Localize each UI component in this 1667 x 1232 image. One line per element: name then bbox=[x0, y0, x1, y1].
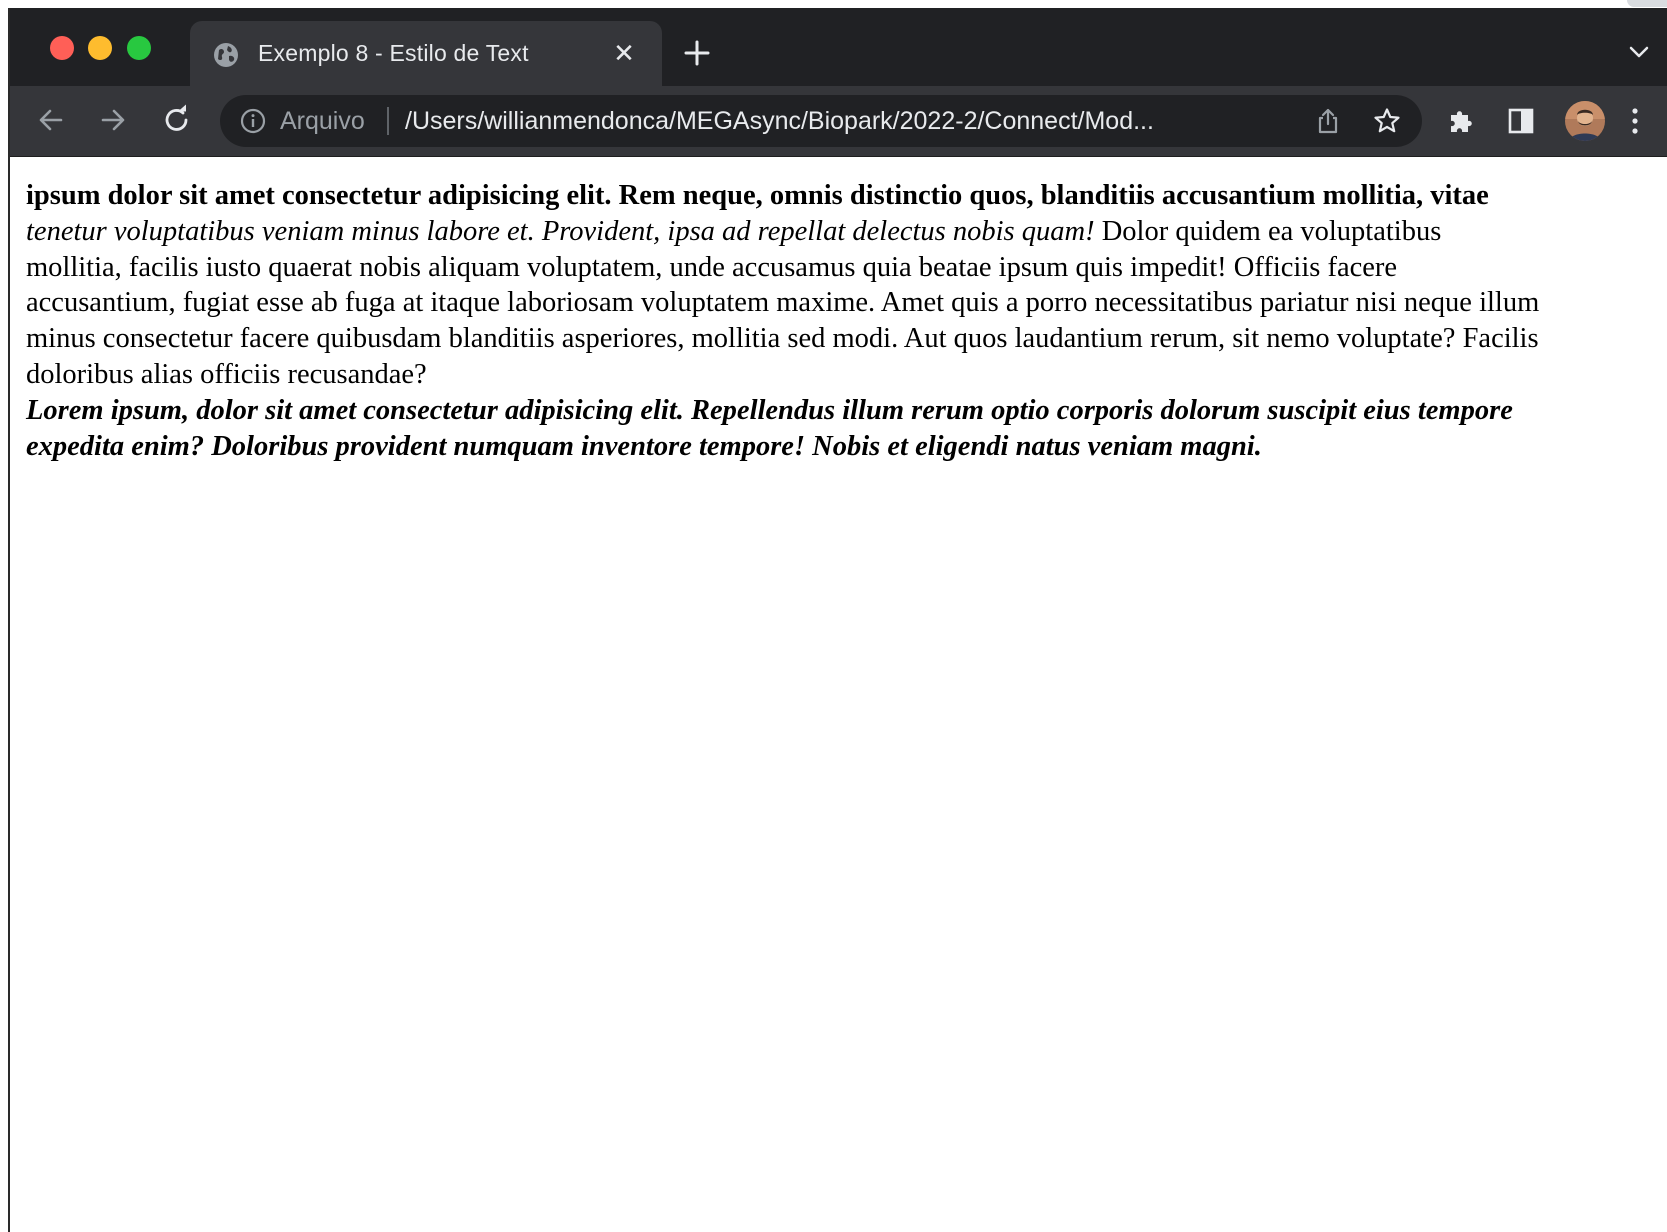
arrow-right-icon[interactable] bbox=[96, 103, 130, 137]
italic-text: tenetur voluptatibus veniam minus labore… bbox=[26, 215, 1095, 247]
paragraph-mixed-line: tenetur voluptatibus veniam minus labore… bbox=[26, 214, 1667, 250]
window-maximize-button[interactable] bbox=[127, 36, 151, 60]
tab-strip: Exemplo 8 - Estilo de Text ✕ bbox=[10, 8, 1667, 86]
star-icon[interactable] bbox=[1373, 107, 1401, 135]
tab-title: Exemplo 8 - Estilo de Text bbox=[258, 40, 529, 66]
background-corner bbox=[1627, 0, 1667, 7]
side-panel-icon[interactable] bbox=[1508, 108, 1534, 134]
avatar[interactable] bbox=[1565, 101, 1605, 141]
address-divider bbox=[387, 107, 389, 135]
browser-toolbar: Arquivo /Users/willianmendonca/MEGAsync/… bbox=[10, 86, 1667, 157]
paragraph-bold-line: ipsum dolor sit amet consectetur adipisi… bbox=[26, 180, 1489, 211]
globe-icon bbox=[214, 43, 238, 67]
arrow-left-icon[interactable] bbox=[34, 103, 68, 137]
tab-close-icon[interactable]: ✕ bbox=[610, 39, 638, 67]
browser-window: Exemplo 8 - Estilo de Text ✕ Arquivo /Us… bbox=[8, 8, 1667, 1232]
plus-icon[interactable] bbox=[682, 38, 712, 68]
reload-icon[interactable] bbox=[160, 103, 194, 137]
paragraph-line: minus consectetur facere quibusdam bland… bbox=[26, 323, 1539, 355]
paragraph-bold-italic-line: Lorem ipsum, dolor sit amet consectetur … bbox=[26, 394, 1513, 426]
scheme-label: Arquivo bbox=[280, 107, 365, 135]
tab-active[interactable]: Exemplo 8 - Estilo de Text ✕ bbox=[190, 21, 662, 86]
address-bar[interactable]: Arquivo /Users/willianmendonca/MEGAsync/… bbox=[220, 95, 1422, 147]
page-content: ipsum dolor sit amet consectetur adipisi… bbox=[26, 178, 1667, 464]
window-close-button[interactable] bbox=[50, 36, 74, 60]
window-minimize-button[interactable] bbox=[88, 36, 112, 60]
puzzle-icon[interactable] bbox=[1447, 106, 1477, 136]
paragraph-bold-italic-line: expedita enim? Doloribus provident numqu… bbox=[26, 430, 1262, 462]
paragraph-line: mollitia, facilis iusto quaerat nobis al… bbox=[26, 251, 1398, 283]
share-icon[interactable] bbox=[1314, 107, 1342, 135]
url-text[interactable]: /Users/willianmendonca/MEGAsync/Biopark/… bbox=[405, 107, 1154, 136]
paragraph-line: accusantium, fugiat esse ab fuga at itaq… bbox=[26, 287, 1540, 319]
chevron-down-icon[interactable] bbox=[1627, 43, 1651, 61]
kebab-menu-icon[interactable] bbox=[1628, 106, 1642, 136]
info-icon[interactable] bbox=[240, 108, 266, 134]
paragraph-line: doloribus alias officiis recusandae? bbox=[26, 358, 427, 390]
normal-text: Dolor quidem ea voluptatibus bbox=[1094, 215, 1442, 247]
